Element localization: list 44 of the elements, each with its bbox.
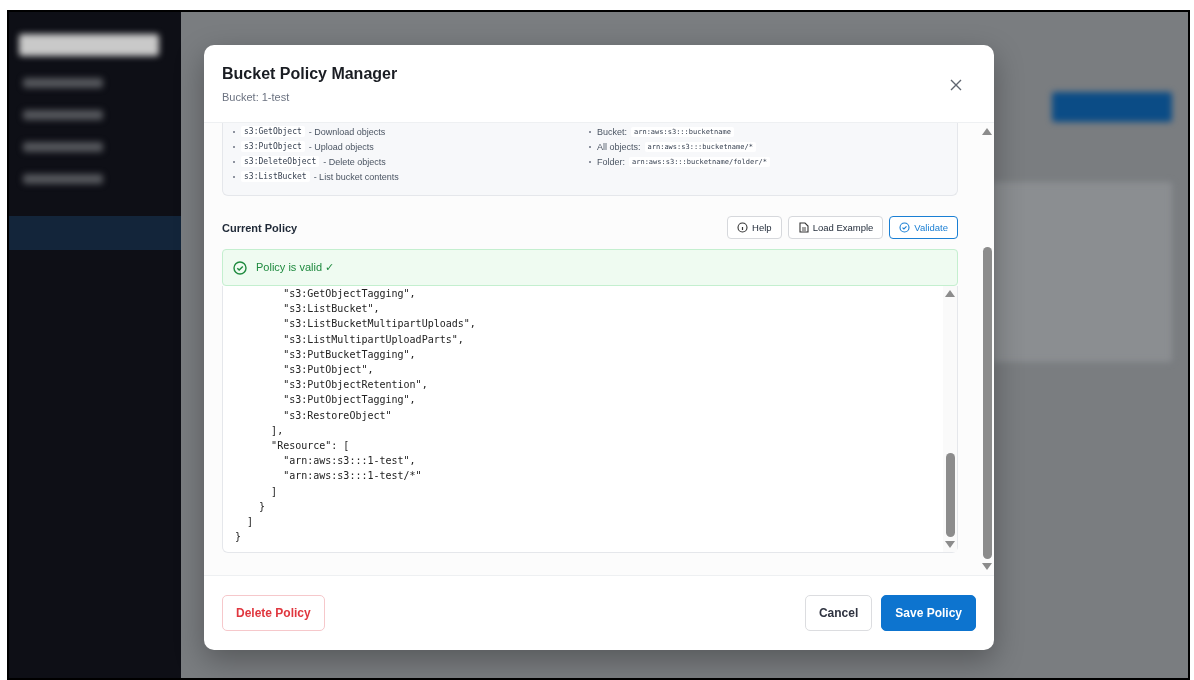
code-line: "s3:ListBucket", [282, 302, 381, 317]
policy-editor[interactable] [222, 286, 958, 553]
code-line: "s3:GetObjectTagging", [282, 287, 417, 301]
action-description: - Download objects [308, 126, 386, 137]
code-line: ], [270, 423, 285, 438]
code-line: ] [246, 515, 255, 530]
section-title: Current Policy [222, 221, 298, 234]
dialog-subtitle: Bucket: 1-test [222, 91, 291, 103]
action-code: s3:PutObject [241, 141, 305, 152]
code-line: "s3:PutObject", [282, 363, 375, 377]
info-icon [737, 222, 749, 233]
validation-message: Policy is valid ✓ [256, 261, 335, 274]
code-line: ] [270, 484, 279, 499]
action-description: - Upload objects [308, 141, 374, 152]
code-line: "s3:PutObjectRetention", [282, 378, 429, 393]
dialog-title: Bucket Policy Manager [222, 65, 398, 83]
code-line: "arn:aws:s3:::1-test/*" [282, 469, 423, 484]
action-code: s3:GetObject [241, 126, 305, 137]
code-line: "s3:RestoreObject" [282, 408, 393, 423]
check-circle-icon [899, 222, 911, 233]
code-line: "Resource": [ [270, 439, 351, 454]
action-code: s3:ListBucket [241, 171, 310, 182]
resource-label: All objects: [597, 141, 641, 152]
action-description: - Delete objects [323, 156, 386, 167]
code-line: } [235, 530, 243, 545]
delete-policy-button[interactable]: Delete Policy [222, 595, 325, 631]
document-icon [797, 222, 809, 233]
action-code: s3:DeleteObject [241, 156, 320, 167]
validate-button[interactable]: Validate [889, 216, 958, 239]
action-description: - List bucket contents [313, 171, 399, 182]
code-line: "s3:PutObjectTagging", [282, 393, 417, 408]
close-icon [950, 79, 962, 91]
code-line: "s3:ListBucketMultipartUploads", [282, 317, 477, 332]
cancel-button[interactable]: Cancel [804, 595, 873, 631]
code-line: "arn:aws:s3:::1-test", [282, 454, 417, 469]
save-policy-button[interactable]: Save Policy [881, 595, 976, 631]
load-example-button[interactable]: Load Example [787, 216, 884, 239]
resource-label: Folder: [597, 156, 625, 167]
code-line: "s3:ListMultipartUploadParts", [282, 332, 465, 347]
check-circle-icon [233, 260, 247, 275]
code-line: } [258, 499, 267, 514]
help-button[interactable]: Help [727, 216, 782, 239]
resource-label: Bucket: [597, 126, 627, 137]
code-line: "s3:PutBucketTagging", [282, 347, 417, 362]
